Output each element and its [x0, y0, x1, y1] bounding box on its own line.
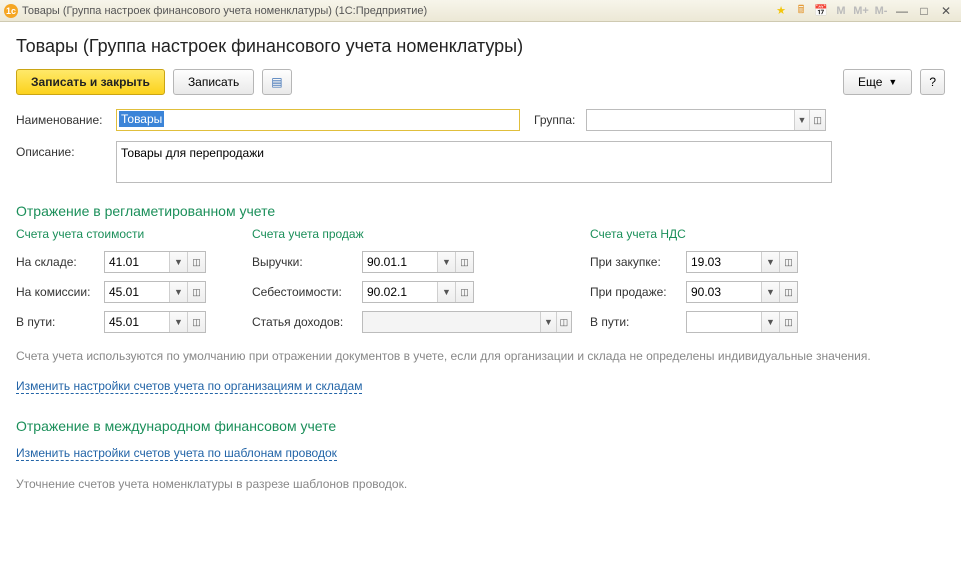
open-icon[interactable]: ◫ — [187, 312, 205, 332]
income-item-label: Статья доходов: — [252, 315, 362, 329]
open-icon[interactable]: ◫ — [779, 312, 797, 332]
vat-purchase-input[interactable] — [687, 252, 761, 272]
page-title: Товары (Группа настроек финансового учет… — [16, 36, 945, 57]
save-button[interactable]: Записать — [173, 69, 254, 95]
vat-transit-field[interactable]: ▼ ◫ — [686, 311, 798, 333]
dropdown-icon[interactable]: ▼ — [761, 312, 779, 332]
memory-mplus-icon[interactable]: M+ — [852, 3, 870, 19]
commission-input[interactable] — [105, 282, 169, 302]
dropdown-icon[interactable]: ▼ — [761, 282, 779, 302]
name-label: Наименование: — [16, 109, 116, 127]
close-button[interactable]: ✕ — [935, 3, 957, 19]
group-dropdown-icon[interactable]: ▼ — [794, 110, 810, 130]
vat-sale-input[interactable] — [687, 282, 761, 302]
change-org-warehouse-link[interactable]: Изменить настройки счетов учета по орган… — [16, 379, 362, 394]
revenue-field[interactable]: ▼ ◫ — [362, 251, 474, 273]
group-label: Группа: — [534, 109, 586, 127]
memory-mminus-icon[interactable]: M- — [872, 3, 890, 19]
maximize-button[interactable]: □ — [913, 3, 935, 19]
intransit-label: В пути: — [16, 315, 104, 329]
open-icon[interactable]: ◫ — [455, 252, 473, 272]
name-input[interactable]: Товары — [119, 111, 164, 127]
commission-field[interactable]: ▼ ◫ — [104, 281, 206, 303]
income-item-input — [363, 312, 540, 332]
vat-sale-field[interactable]: ▼ ◫ — [686, 281, 798, 303]
more-button-label: Еще — [858, 75, 882, 89]
revenue-input[interactable] — [363, 252, 437, 272]
app-icon: 1c — [4, 4, 18, 18]
open-icon[interactable]: ◫ — [779, 252, 797, 272]
calendar-icon[interactable]: 📅 — [812, 3, 830, 19]
vat-transit-label: В пути: — [590, 315, 686, 329]
toolbar: Записать и закрыть Записать ▤ Еще ▼ ? — [16, 69, 945, 95]
open-icon[interactable]: ◫ — [455, 282, 473, 302]
revenue-label: Выручки: — [252, 255, 362, 269]
help-button[interactable]: ? — [920, 69, 945, 95]
dropdown-icon[interactable]: ▼ — [437, 252, 455, 272]
chevron-down-icon: ▼ — [888, 77, 897, 87]
change-templates-link[interactable]: Изменить настройки счетов учета по шабло… — [16, 446, 337, 461]
col-cost-head: Счета учета стоимости — [16, 227, 234, 241]
col-sales-accounts: Счета учета продаж Выручки: ▼ ◫ Себестои… — [252, 227, 572, 341]
vat-sale-label: При продаже: — [590, 285, 686, 299]
vat-purchase-label: При закупке: — [590, 255, 686, 269]
warehouse-label: На складе: — [16, 255, 104, 269]
col-vat-head: Счета учета НДС — [590, 227, 890, 241]
minimize-button[interactable]: — — [891, 3, 913, 19]
accounts-note: Счета учета используются по умолчанию пр… — [16, 347, 945, 365]
favorite-icon[interactable]: ★ — [772, 3, 790, 19]
dropdown-icon: ▼ — [540, 312, 555, 332]
list-button[interactable]: ▤ — [262, 69, 291, 95]
open-icon: ◫ — [556, 312, 571, 332]
col-cost-accounts: Счета учета стоимости На складе: ▼ ◫ На … — [16, 227, 234, 341]
open-icon[interactable]: ◫ — [187, 252, 205, 272]
dropdown-icon[interactable]: ▼ — [437, 282, 455, 302]
name-field[interactable]: Товары — [116, 109, 520, 131]
col-sales-head: Счета учета продаж — [252, 227, 572, 241]
window-title: Товары (Группа настроек финансового учет… — [22, 5, 427, 17]
titlebar: 1c Товары (Группа настроек финансового у… — [0, 0, 961, 22]
section-regulated-title: Отражение в регламетированном учете — [16, 203, 945, 219]
open-icon[interactable]: ◫ — [187, 282, 205, 302]
desc-textarea[interactable]: Товары для перепродажи — [116, 141, 832, 183]
group-field[interactable]: ▼ ◫ — [586, 109, 826, 131]
income-item-field: ▼ ◫ — [362, 311, 572, 333]
col-vat-accounts: Счета учета НДС При закупке: ▼ ◫ При про… — [590, 227, 890, 341]
more-button[interactable]: Еще ▼ — [843, 69, 912, 95]
warehouse-field[interactable]: ▼ ◫ — [104, 251, 206, 273]
cogs-label: Себестоимости: — [252, 285, 362, 299]
dropdown-icon[interactable]: ▼ — [169, 282, 187, 302]
ifrs-note: Уточнение счетов учета номенклатуры в ра… — [16, 475, 945, 493]
section-ifrs-title: Отражение в международном финансовом уче… — [16, 418, 945, 434]
save-and-close-button[interactable]: Записать и закрыть — [16, 69, 165, 95]
dropdown-icon[interactable]: ▼ — [169, 312, 187, 332]
group-open-icon[interactable]: ◫ — [809, 110, 825, 130]
group-input[interactable] — [587, 110, 794, 130]
intransit-input[interactable] — [105, 312, 169, 332]
list-icon: ▤ — [271, 75, 282, 89]
vat-purchase-field[interactable]: ▼ ◫ — [686, 251, 798, 273]
intransit-field[interactable]: ▼ ◫ — [104, 311, 206, 333]
dropdown-icon[interactable]: ▼ — [761, 252, 779, 272]
cogs-field[interactable]: ▼ ◫ — [362, 281, 474, 303]
vat-transit-input[interactable] — [687, 312, 761, 332]
commission-label: На комиссии: — [16, 285, 104, 299]
open-icon[interactable]: ◫ — [779, 282, 797, 302]
memory-m-icon[interactable]: M — [832, 3, 850, 19]
cogs-input[interactable] — [363, 282, 437, 302]
calculator-icon[interactable]: 🖩 — [792, 3, 810, 19]
dropdown-icon[interactable]: ▼ — [169, 252, 187, 272]
warehouse-input[interactable] — [105, 252, 169, 272]
desc-label: Описание: — [16, 141, 116, 159]
